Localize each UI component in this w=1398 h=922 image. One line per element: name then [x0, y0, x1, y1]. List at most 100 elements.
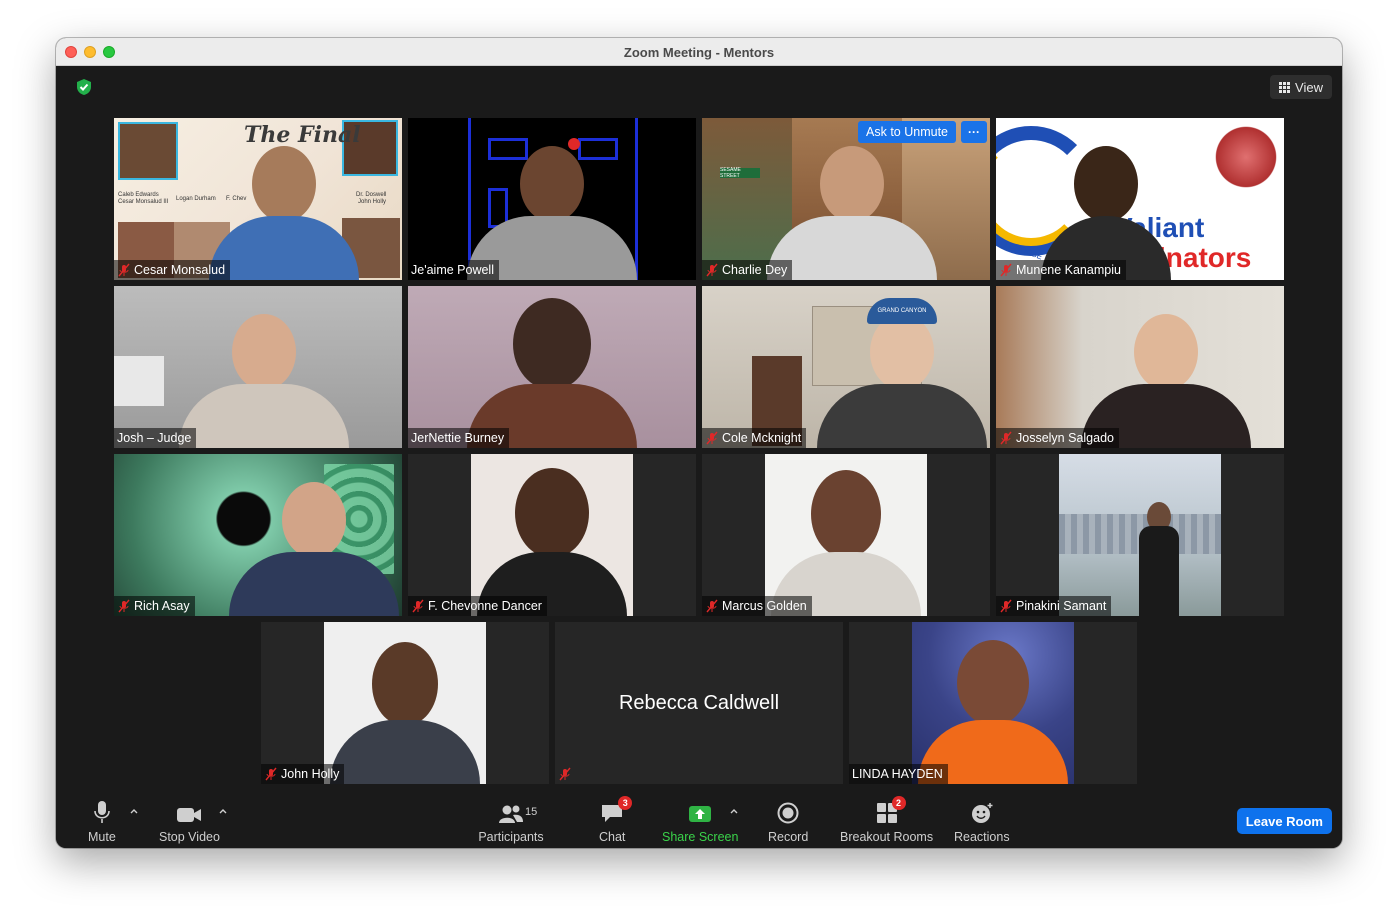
background-title: The Final [244, 122, 361, 148]
video-tile[interactable]: LINDA HAYDEN [849, 622, 1137, 784]
participants-icon [499, 805, 523, 823]
video-feed: The Final Caleb Edwards Cesar Monsalud I… [114, 118, 402, 280]
muted-mic-icon [1000, 599, 1012, 613]
video-feed [996, 286, 1284, 448]
participant-name-bar: John Holly [261, 764, 345, 784]
video-camera-icon [177, 808, 202, 822]
muted-mic-icon [706, 431, 718, 445]
profile-photo [1059, 454, 1221, 616]
stop-video-label: Stop Video [159, 830, 220, 844]
reactions-label: Reactions [954, 830, 1010, 844]
profile-photo [765, 454, 927, 616]
zoom-window: Zoom Meeting - Mentors View The Final Ca… [56, 38, 1342, 848]
sesame-street-sign: SESAME STREET [720, 167, 760, 179]
participant-name-bar: Pinakini Samant [996, 596, 1112, 616]
muted-mic-icon [118, 599, 130, 613]
participant-name-bar: Marcus Golden [702, 596, 812, 616]
participant-display-name: Rebecca Caldwell [618, 691, 780, 714]
participant-name: LINDA HAYDEN [852, 767, 943, 781]
share-options-chevron-icon[interactable] [729, 806, 739, 816]
stop-video-button[interactable]: Stop Video [159, 800, 220, 844]
muted-mic-icon [706, 263, 718, 277]
mute-label: Mute [88, 830, 116, 844]
chat-unread-badge: 3 [618, 796, 633, 810]
grid-view-icon [1279, 81, 1291, 93]
background-label: Dr. Doswell [356, 192, 387, 198]
participant-name-bar: Josh – Judge [114, 428, 197, 448]
participant-name: Marcus Golden [722, 599, 807, 613]
profile-photo [471, 454, 633, 616]
participant-name-bar: Je'aime Powell [408, 260, 499, 280]
video-tile[interactable]: Valiant inators I CHOOSE Munene Kanampiu [996, 118, 1284, 280]
record-label: Record [768, 830, 809, 844]
share-screen-icon [689, 806, 712, 822]
participant-name-bar: F. Chevonne Dancer [408, 596, 547, 616]
ask-to-unmute-button[interactable]: Ask to Unmute [858, 121, 956, 143]
participant-name: F. Chevonne Dancer [428, 599, 542, 613]
view-label: View [1295, 79, 1323, 95]
video-tile[interactable]: Josh – Judge [114, 286, 402, 448]
record-icon [777, 802, 799, 824]
background-label: Cesar Monsalud III [118, 199, 169, 205]
muted-mic-icon [265, 767, 277, 781]
mute-button[interactable]: Mute [88, 800, 116, 844]
cap-text: GRAND CANYON [867, 298, 937, 324]
background-label: Caleb Edwards [118, 192, 159, 198]
leave-room-button[interactable]: Leave Room [1236, 808, 1332, 834]
record-button[interactable]: Record [768, 800, 808, 844]
participant-name: Cesar Monsalud [134, 263, 226, 277]
share-screen-button[interactable]: Share Screen [662, 800, 738, 844]
video-tile[interactable]: John Holly [261, 622, 549, 784]
breakout-rooms-button[interactable]: 2 Breakout Rooms [840, 796, 933, 844]
video-feed [408, 286, 696, 448]
muted-mic-icon [118, 263, 130, 277]
video-feed [114, 286, 402, 448]
view-button[interactable]: View [1270, 75, 1332, 99]
video-tile[interactable]: SESAME STREET Ask to Unmute ··· Charlie … [702, 118, 990, 280]
participant-name-bar: LINDA HAYDEN [849, 764, 948, 784]
encryption-shield-icon[interactable] [75, 78, 93, 96]
video-tile[interactable]: Josselyn Salgado [996, 286, 1284, 448]
participants-button[interactable]: 15 Participants [477, 800, 545, 844]
reactions-button[interactable]: Reactions [954, 800, 1010, 844]
microphone-icon [94, 801, 110, 823]
video-tile[interactable]: The Final Caleb Edwards Cesar Monsalud I… [114, 118, 402, 280]
muted-mic-icon [1000, 431, 1012, 445]
participant-name-bar: Josselyn Salgado [996, 428, 1119, 448]
muted-mic-icon [706, 599, 718, 613]
video-tile[interactable]: Marcus Golden [702, 454, 990, 616]
video-tile-no-video[interactable]: Rebecca Caldwell [555, 622, 843, 784]
video-tile[interactable]: Rich Asay [114, 454, 402, 616]
participant-name-bar: JerNettie Burney [408, 428, 510, 448]
audio-options-chevron-icon[interactable] [129, 806, 139, 816]
participants-label: Participants [478, 830, 544, 844]
participant-name-bar: Rich Asay [114, 596, 195, 616]
video-feed: GRAND CANYON [702, 286, 990, 448]
window-title: Zoom Meeting - Mentors [623, 45, 775, 60]
participant-name: Munene Kanampiu [1016, 263, 1121, 277]
chat-label: Chat [599, 830, 626, 844]
video-options-chevron-icon[interactable] [218, 806, 228, 816]
video-tile[interactable]: Je'aime Powell [408, 118, 696, 280]
participant-name-bar: Cesar Monsalud [114, 260, 231, 280]
video-tile[interactable]: F. Chevonne Dancer [408, 454, 696, 616]
participant-name: Rich Asay [134, 599, 190, 613]
muted-mic-icon [1000, 263, 1012, 277]
muted-mic-icon [412, 599, 424, 613]
participants-count: 15 [525, 806, 538, 818]
tile-more-button[interactable]: ··· [961, 121, 987, 143]
video-feed [408, 118, 696, 280]
participant-name: Pinakini Samant [1016, 599, 1107, 613]
participant-name: Josh – Judge [117, 431, 192, 445]
chat-button[interactable]: 3 Chat [599, 796, 633, 844]
video-gallery: View The Final Caleb Edwards Cesar Monsa… [56, 66, 1342, 794]
video-tile[interactable]: GRAND CANYON Cole Mcknight [702, 286, 990, 448]
meeting-toolbar: Mute Stop Video 15 Participants 3 Chat S… [56, 794, 1342, 848]
video-tile[interactable]: Pinakini Samant [996, 454, 1284, 616]
participant-name-bar: Charlie Dey [702, 260, 793, 280]
profile-photo [912, 622, 1074, 784]
participant-name: JerNettie Burney [411, 431, 505, 445]
participant-name-bar [555, 764, 577, 784]
video-feed: Valiant inators I CHOOSE [996, 118, 1284, 280]
video-tile-active-speaker[interactable]: JerNettie Burney [408, 286, 696, 448]
